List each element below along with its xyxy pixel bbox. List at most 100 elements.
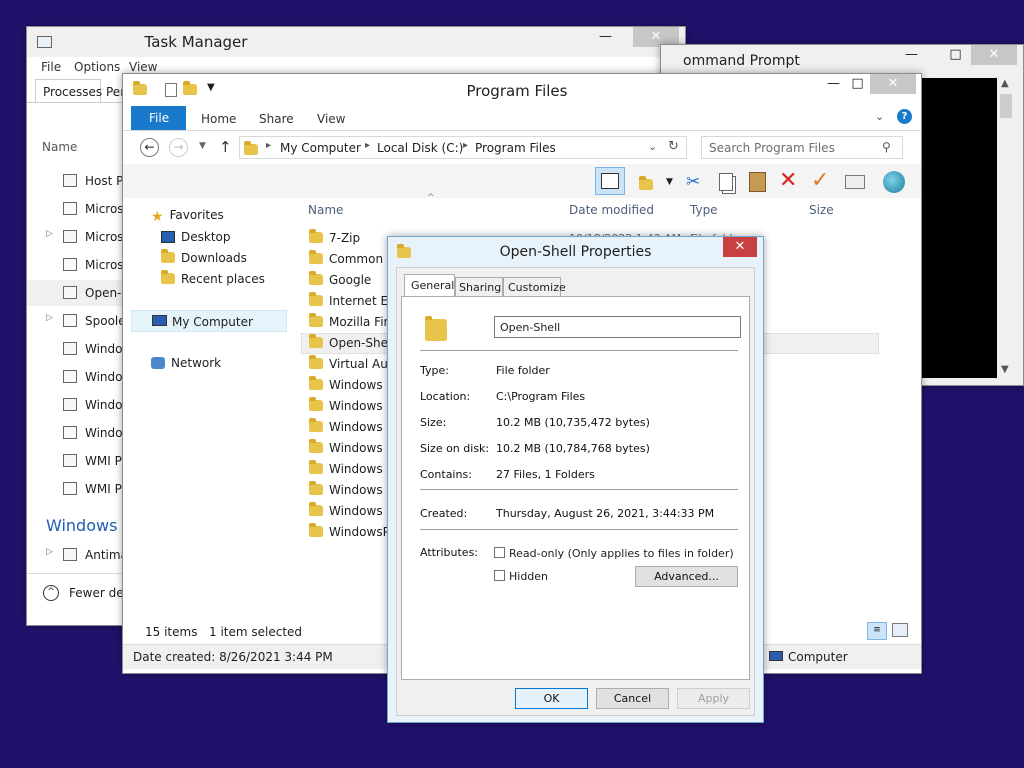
help-icon[interactable]: ? bbox=[897, 109, 912, 124]
nav-desktop[interactable]: Desktop bbox=[161, 230, 231, 244]
scroll-thumb[interactable] bbox=[1000, 94, 1012, 118]
process-row[interactable]: Host Pr bbox=[27, 168, 128, 194]
nav-my-computer[interactable]: My Computer bbox=[131, 310, 287, 332]
folder-options-icon[interactable] bbox=[639, 176, 653, 190]
tab-general[interactable]: General bbox=[404, 274, 455, 297]
properties-icon[interactable] bbox=[845, 175, 865, 189]
details-view-button[interactable]: ≡ bbox=[867, 622, 887, 640]
process-row[interactable]: Micros bbox=[27, 196, 124, 222]
close-button[interactable]: ✕ bbox=[723, 237, 757, 257]
hidden-label[interactable]: Hidden bbox=[509, 570, 548, 583]
minimize-button[interactable]: — bbox=[583, 27, 628, 47]
breadcrumb-program-files[interactable]: Program Files bbox=[475, 141, 556, 155]
process-row[interactable]: ▷ Spoole bbox=[27, 308, 126, 334]
process-row[interactable]: Window bbox=[27, 392, 132, 418]
process-row[interactable]: ▷ Micros bbox=[27, 224, 124, 250]
menu-view[interactable]: View bbox=[129, 60, 157, 74]
menu-options[interactable]: Options bbox=[74, 60, 120, 74]
forward-button-icon[interactable]: → bbox=[169, 138, 188, 157]
close-button[interactable]: ✕ bbox=[870, 74, 916, 94]
tab-sharing[interactable]: Sharing bbox=[455, 277, 503, 297]
refresh-icon[interactable]: ↻ bbox=[668, 139, 679, 154]
scroll-up-icon[interactable]: ▲ bbox=[1001, 78, 1009, 89]
advanced-button[interactable]: Advanced... bbox=[635, 566, 738, 587]
search-input[interactable]: Search Program Files bbox=[709, 141, 835, 155]
column-date-header[interactable]: Date modified bbox=[569, 203, 654, 217]
minimize-button[interactable]: — bbox=[889, 45, 934, 65]
explorer-titlebar[interactable]: ▼ Program Files — □ ✕ bbox=[123, 74, 921, 104]
expand-chevron-icon[interactable]: ▷ bbox=[46, 547, 53, 557]
file-row[interactable]: Windows P bbox=[309, 481, 394, 503]
tab-customize[interactable]: Customize bbox=[503, 277, 566, 297]
preview-pane-button[interactable] bbox=[595, 167, 625, 195]
breadcrumb-my-computer[interactable]: My Computer bbox=[280, 141, 361, 155]
dialog-titlebar[interactable]: Open-Shell Properties ✕ bbox=[388, 237, 763, 265]
file-row[interactable]: Common F bbox=[309, 250, 394, 272]
process-row[interactable]: Window bbox=[27, 420, 132, 446]
console-area[interactable] bbox=[921, 78, 997, 378]
column-name-header[interactable]: Name bbox=[42, 140, 77, 154]
column-name-header[interactable]: Name bbox=[308, 203, 343, 217]
column-size-header[interactable]: Size bbox=[809, 203, 834, 217]
chevron-down-icon[interactable]: ⌄ bbox=[648, 140, 657, 153]
file-row[interactable]: Mozilla Fire bbox=[309, 313, 396, 335]
nav-recent-places[interactable]: Recent places bbox=[161, 270, 265, 286]
file-row[interactable]: Virtual Aud bbox=[309, 355, 395, 377]
ribbon-tab-view[interactable]: View bbox=[317, 112, 345, 126]
file-row[interactable]: WindowsPo bbox=[309, 523, 397, 545]
file-row[interactable]: Windows M bbox=[309, 397, 397, 419]
process-row[interactable]: Window bbox=[27, 336, 132, 362]
paste-icon[interactable] bbox=[749, 172, 766, 192]
breadcrumb-local-disk[interactable]: Local Disk (C:) bbox=[377, 141, 463, 155]
dropdown-icon[interactable]: ▼ bbox=[666, 177, 673, 187]
ribbon-expand-icon[interactable]: ⌄ bbox=[875, 110, 884, 123]
close-button[interactable]: ✕ bbox=[971, 45, 1017, 65]
file-row[interactable]: Open-Shell bbox=[309, 334, 395, 356]
recent-locations-icon[interactable]: ▼ bbox=[199, 141, 206, 151]
up-arrow-icon[interactable]: ↑ bbox=[219, 138, 232, 156]
rename-check-icon[interactable]: ✓ bbox=[811, 168, 829, 193]
file-row[interactable]: Windows M bbox=[309, 418, 397, 440]
readonly-label[interactable]: Read-only (Only applies to files in fold… bbox=[509, 547, 734, 560]
search-box[interactable]: Search Program Files ⚲ bbox=[701, 136, 903, 159]
search-icon[interactable]: ⚲ bbox=[882, 140, 891, 154]
process-row[interactable]: WMI Pr bbox=[27, 448, 127, 474]
nav-network[interactable]: Network bbox=[151, 356, 221, 370]
process-row[interactable]: Window bbox=[27, 364, 132, 390]
hidden-checkbox[interactable] bbox=[494, 570, 505, 581]
nav-downloads[interactable]: Downloads bbox=[161, 249, 247, 265]
file-row[interactable]: Windows M bbox=[309, 439, 397, 461]
copy-icon[interactable] bbox=[719, 173, 733, 191]
expand-chevron-icon[interactable]: ▷ bbox=[46, 229, 53, 239]
delete-icon[interactable]: ✕ bbox=[779, 168, 797, 193]
apply-button[interactable]: Apply bbox=[677, 688, 750, 709]
file-row[interactable]: Windows D bbox=[309, 376, 396, 398]
ok-button[interactable]: OK bbox=[515, 688, 588, 709]
menu-file[interactable]: File bbox=[41, 60, 61, 74]
scroll-down-icon[interactable]: ▼ bbox=[1001, 364, 1009, 375]
tab-processes[interactable]: Processes bbox=[35, 79, 102, 103]
process-row[interactable]: Micros bbox=[27, 252, 124, 278]
open-shell-icon[interactable] bbox=[883, 171, 905, 193]
command-prompt-titlebar[interactable]: ommand Prompt — □ ✕ bbox=[661, 45, 1023, 75]
readonly-checkbox[interactable] bbox=[494, 547, 505, 558]
address-bar[interactable]: ▸ My Computer ▸ Local Disk (C:) ▸ Progra… bbox=[239, 136, 687, 159]
nav-favorites[interactable]: ★ Favorites bbox=[151, 208, 224, 225]
ribbon-tab-file[interactable]: File bbox=[131, 106, 186, 130]
ribbon-tab-home[interactable]: Home bbox=[201, 112, 236, 126]
process-row[interactable]: WMI Pr bbox=[27, 476, 127, 502]
file-row[interactable]: Google bbox=[309, 271, 371, 293]
cancel-button[interactable]: Cancel bbox=[596, 688, 669, 709]
expand-chevron-icon[interactable]: ▷ bbox=[46, 313, 53, 323]
cut-icon[interactable]: ✂ bbox=[686, 172, 700, 192]
process-row-antimalware[interactable]: ▷ Antima bbox=[27, 542, 128, 568]
file-row[interactable]: Windows N bbox=[309, 460, 395, 482]
folder-name-field[interactable]: Open-Shell bbox=[494, 316, 741, 338]
file-row[interactable]: 7-Zip bbox=[309, 229, 360, 251]
ribbon-tab-share[interactable]: Share bbox=[259, 112, 294, 126]
file-row[interactable]: Windows P bbox=[309, 502, 394, 524]
back-button-icon[interactable]: ← bbox=[140, 138, 159, 157]
large-icons-view-button[interactable] bbox=[892, 623, 908, 637]
column-type-header[interactable]: Type bbox=[690, 203, 718, 217]
console-scrollbar[interactable]: ▲ ▼ bbox=[998, 78, 1014, 378]
